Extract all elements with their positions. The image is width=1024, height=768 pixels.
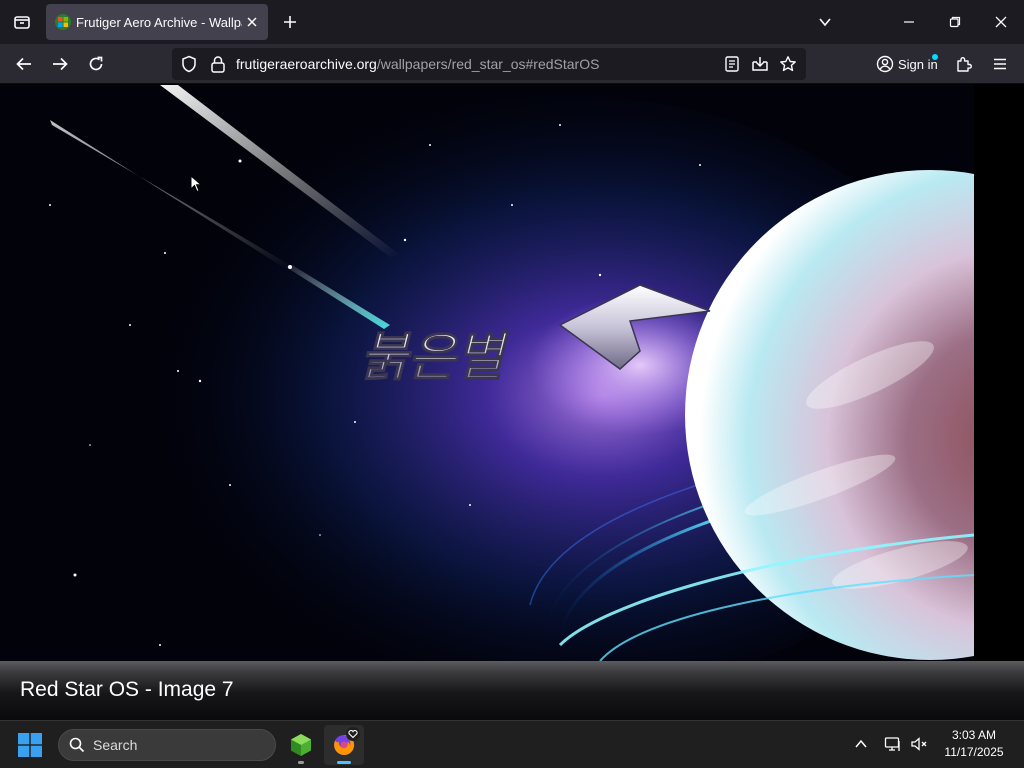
running-indicator <box>298 761 304 764</box>
reload-icon[interactable] <box>80 48 112 80</box>
reader-view-icon[interactable] <box>724 55 740 78</box>
search-placeholder: Search <box>93 737 138 753</box>
forward-icon[interactable] <box>44 48 76 80</box>
url-path: /wallpapers/red_star_os#redStarOS <box>376 56 600 72</box>
logo-text: 붉은별 <box>360 328 510 388</box>
windows-flag-favicon-icon <box>55 14 71 30</box>
url-host: frutigeraeroarchive.org <box>236 56 377 72</box>
page-content: 붉은별 Red Star OS - Image 7 <box>0 85 1024 720</box>
mouse-cursor-icon <box>190 174 203 198</box>
back-icon[interactable] <box>8 48 40 80</box>
navigation-toolbar: frutigeraeroarchive.org/wallpapers/red_s… <box>0 44 1024 84</box>
taskbar-search-box[interactable]: Search <box>58 729 276 761</box>
url-text[interactable]: frutigeraeroarchive.org/wallpapers/red_s… <box>236 56 599 72</box>
taskbar: Search 3:03 AM 11/17/2025 <box>0 720 1024 768</box>
chevron-down-icon[interactable] <box>808 6 842 38</box>
network-icon[interactable] <box>884 735 902 758</box>
lock-icon[interactable] <box>210 55 226 78</box>
url-bar[interactable]: frutigeraeroarchive.org/wallpapers/red_s… <box>172 48 806 80</box>
image-caption: Red Star OS - Image 7 <box>20 678 234 701</box>
system-clock[interactable]: 3:03 AM 11/17/2025 <box>934 727 1014 761</box>
heart-badge-icon <box>346 727 360 741</box>
windows-start-icon[interactable] <box>18 733 42 762</box>
close-window-icon[interactable] <box>984 6 1018 38</box>
active-indicator <box>337 761 351 764</box>
firefox-taskbar-button[interactable] <box>324 725 364 765</box>
chevron-up-icon[interactable] <box>854 737 868 756</box>
cube-app-icon[interactable] <box>288 732 314 763</box>
clock-date: 11/17/2025 <box>944 745 1004 759</box>
minimize-icon[interactable] <box>892 6 926 38</box>
volume-muted-icon[interactable] <box>910 735 928 758</box>
notification-dot <box>932 54 938 60</box>
tab-bar: Frutiger Aero Archive - Wallpaper <box>0 0 1024 44</box>
extensions-icon[interactable] <box>948 48 980 80</box>
tab-title: Frutiger Aero Archive - Wallpaper <box>76 15 242 30</box>
plus-icon[interactable] <box>276 8 304 36</box>
close-icon[interactable] <box>242 12 262 32</box>
account-icon <box>876 55 894 73</box>
menu-icon[interactable] <box>984 48 1016 80</box>
tab-active[interactable]: Frutiger Aero Archive - Wallpaper <box>46 4 268 40</box>
bookmark-star-icon[interactable] <box>779 55 797 78</box>
clock-time: 3:03 AM <box>951 728 997 742</box>
shield-icon[interactable] <box>180 55 198 78</box>
search-icon <box>69 737 85 758</box>
red-star-os-wallpaper: 붉은별 <box>0 85 974 661</box>
sign-in-button[interactable]: Sign in <box>868 48 944 80</box>
save-to-pocket-icon[interactable] <box>751 55 769 78</box>
tabs-list-icon[interactable] <box>4 4 40 40</box>
image-caption-bar: Red Star OS - Image 7 <box>0 661 1024 720</box>
restore-icon[interactable] <box>938 6 972 38</box>
